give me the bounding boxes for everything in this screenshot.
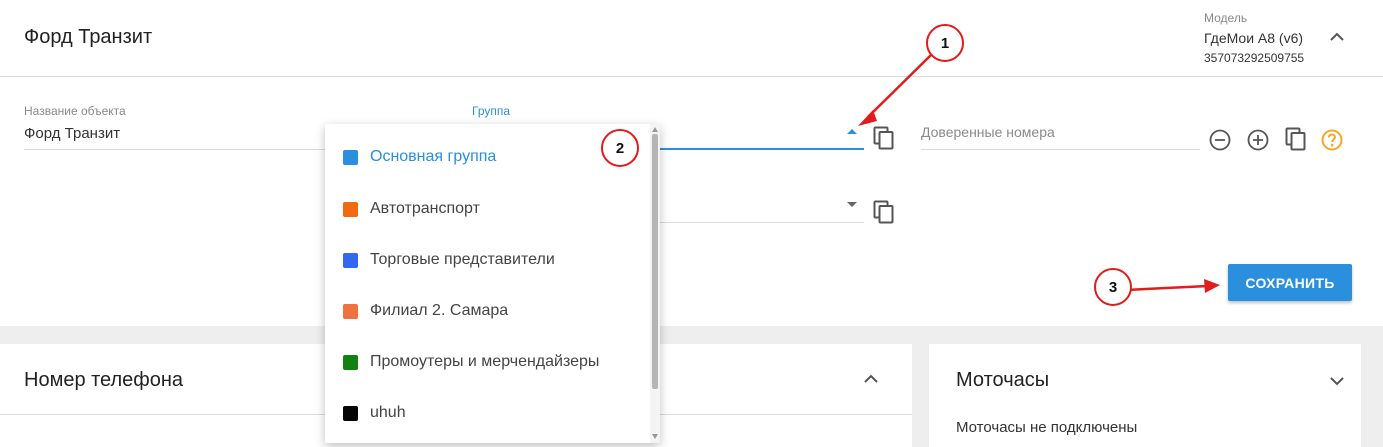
annotation-badge-2: 2 — [601, 129, 639, 167]
annotation-badge-3: 3 — [1094, 268, 1132, 306]
annotation-badge-1: 1 — [926, 24, 964, 62]
annotation-arrows — [858, 51, 1220, 293]
